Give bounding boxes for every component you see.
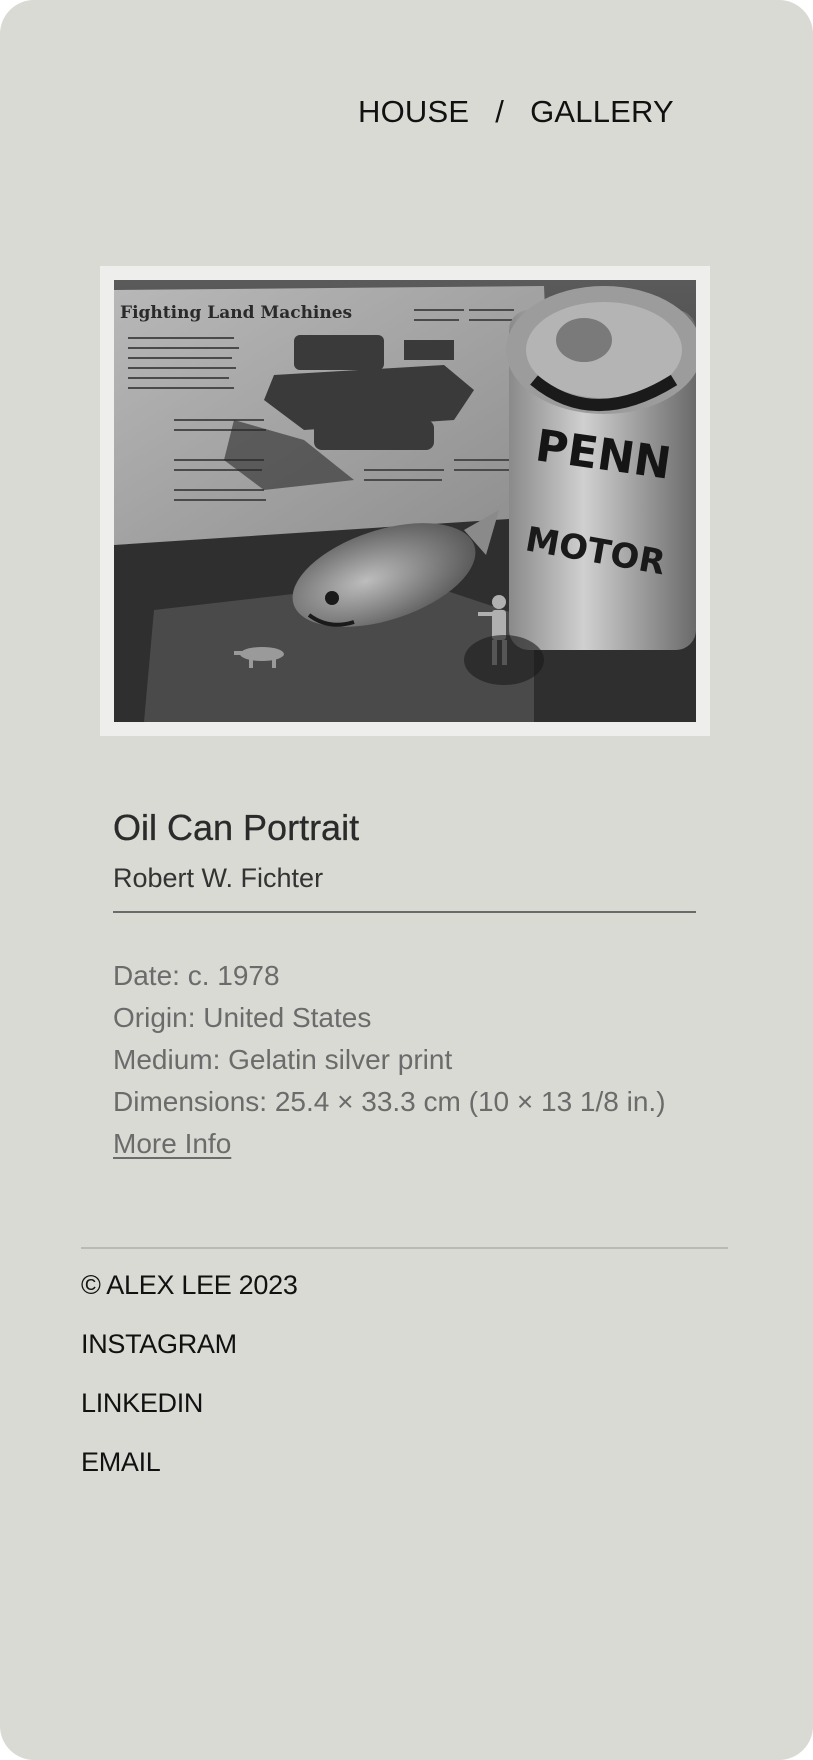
- artwork-photo: Fighting Land Machines PENN MOTOR: [114, 280, 696, 722]
- footer-instagram-link[interactable]: INSTAGRAM: [81, 1329, 237, 1359]
- artwork-image[interactable]: Fighting Land Machines PENN MOTOR: [100, 266, 710, 736]
- footer-email-link[interactable]: EMAIL: [81, 1447, 161, 1477]
- detail-dimensions: Dimensions: 25.4 × 33.3 cm (10 × 13 1/8 …: [113, 1086, 666, 1117]
- newspaper-headline: Fighting Land Machines: [120, 303, 352, 323]
- artwork-details: Date: c. 1978 Origin: United States Medi…: [113, 955, 666, 1165]
- footer-divider: [81, 1247, 728, 1249]
- top-nav: HOUSE / GALLERY: [358, 94, 674, 130]
- artwork-title: Oil Can Portrait: [113, 807, 360, 848]
- app-screen: HOUSE / GALLERY Fighting Land Machines P…: [0, 0, 813, 1760]
- footer: © ALEX LEE 2023 INSTAGRAM LINKEDIN EMAIL: [81, 1268, 298, 1504]
- detail-origin: Origin: United States: [113, 1002, 372, 1033]
- footer-linkedin-link[interactable]: LINKEDIN: [81, 1388, 203, 1418]
- nav-gallery-link[interactable]: GALLERY: [530, 94, 674, 130]
- info-divider: [113, 911, 696, 913]
- artwork-artist: Robert W. Fichter: [113, 863, 324, 893]
- nav-house-link[interactable]: HOUSE: [358, 94, 469, 130]
- more-info-link[interactable]: More Info: [113, 1128, 231, 1159]
- footer-copyright: © ALEX LEE 2023: [81, 1270, 298, 1300]
- detail-medium: Medium: Gelatin silver print: [113, 1044, 453, 1075]
- nav-separator: /: [495, 94, 505, 129]
- detail-date: Date: c. 1978: [113, 960, 280, 991]
